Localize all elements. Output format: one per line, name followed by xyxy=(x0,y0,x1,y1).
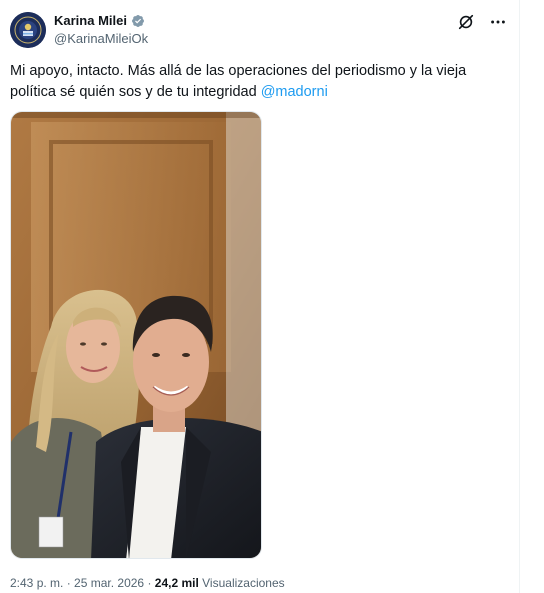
tweet-text: Mi apoyo, intacto. Más allá de las opera… xyxy=(10,61,505,103)
views-count[interactable]: 24,2 mil xyxy=(155,576,199,590)
selfie-photo xyxy=(11,112,261,558)
header-actions xyxy=(456,12,508,32)
seal-image xyxy=(10,12,46,48)
tweet-header: Karina Milei @KarinaMileiOk xyxy=(10,10,510,50)
mention-link[interactable]: @madorni xyxy=(261,84,328,100)
timestamp-time[interactable]: 2:43 p. m. xyxy=(10,576,63,590)
more-icon[interactable] xyxy=(488,12,508,32)
verified-badge-icon xyxy=(131,14,145,28)
tweet-body: Mi apoyo, intacto. Más allá de las opera… xyxy=(10,63,467,100)
tweet-photo[interactable] xyxy=(10,111,262,559)
grok-icon[interactable] xyxy=(456,12,476,32)
avatar[interactable] xyxy=(10,12,46,48)
handle[interactable]: @KarinaMileiOk xyxy=(54,31,148,47)
display-name[interactable]: Karina Milei xyxy=(54,13,127,29)
views-label: Visualizaciones xyxy=(198,576,285,590)
tweet-meta: 2:43 p. m. · 25 mar. 2026 · 24,2 mil Vis… xyxy=(10,576,285,590)
timestamp-date[interactable]: 25 mar. 2026 xyxy=(74,576,144,590)
author-info: Karina Milei @KarinaMileiOk xyxy=(54,13,148,47)
meta-separator: · xyxy=(63,576,75,590)
meta-separator: · xyxy=(144,576,155,590)
tweet-card: Karina Milei @KarinaMileiOk Mi apoyo, in… xyxy=(0,0,520,593)
